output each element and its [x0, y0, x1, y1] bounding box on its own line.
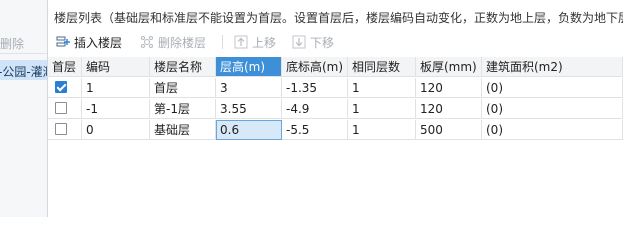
col-header-floor-height[interactable]: 层高(m): [216, 57, 282, 77]
arrow-down-icon: [292, 35, 306, 49]
col-header-floor-name[interactable]: 楼层名称: [150, 57, 216, 77]
first-floor-cell[interactable]: [48, 78, 82, 98]
first-floor-checkbox[interactable]: [55, 81, 67, 93]
building-area-cell[interactable]: (0): [482, 120, 623, 140]
slab-thickness-cell[interactable]: 120: [416, 99, 482, 119]
first-floor-checkbox[interactable]: [55, 102, 67, 114]
left-toolbar: 删除: [0, 29, 47, 54]
floor-height-cell[interactable]: 3: [216, 78, 282, 98]
bottom-elevation-cell[interactable]: -1.35: [282, 78, 348, 98]
delete-floor-button[interactable]: 删除楼层: [140, 33, 206, 51]
floor-name-cell[interactable]: 基础层: [150, 120, 216, 140]
col-header-bottom-elevation[interactable]: 底标高(m): [282, 57, 348, 77]
col-header-building-area[interactable]: 建筑面积(m2): [482, 57, 623, 77]
floor-toolbar: 插入楼层 删除楼层 上移 下移: [48, 29, 623, 55]
floor-name-cell[interactable]: 第-1层: [150, 99, 216, 119]
floor-list-title: 楼层列表（基础层和标准层不能设置为首层。设置首层后，楼层编码自动变化，正数为地上…: [54, 11, 623, 25]
col-header-slab-thickness[interactable]: 板厚(mm): [416, 57, 482, 77]
code-cell[interactable]: 0: [82, 120, 150, 140]
floor-table: 首层 编码 楼层名称 层高(m) 底标高(m) 相同层数 板厚(mm) 建筑面积…: [48, 57, 623, 217]
table-row[interactable]: -1 第-1层 3.55 -4.9 1 120 (0): [48, 99, 623, 120]
insert-floor-label: 插入楼层: [74, 35, 123, 50]
bottom-elevation-cell[interactable]: -5.5: [282, 120, 348, 140]
move-up-button[interactable]: 上移: [234, 33, 276, 51]
insert-floor-icon: [56, 35, 70, 49]
left-delete-button[interactable]: 删除: [0, 35, 24, 52]
project-list-item[interactable]: -公园-灌溉: [0, 60, 47, 80]
move-down-label: 下移: [310, 35, 335, 50]
same-floors-cell[interactable]: 1: [348, 120, 416, 140]
same-floors-cell[interactable]: 1: [348, 99, 416, 119]
floor-height-cell-selected[interactable]: 0.6: [216, 120, 282, 140]
building-area-cell[interactable]: (0): [482, 78, 623, 98]
delete-floor-icon: [140, 35, 154, 49]
col-header-first-floor[interactable]: 首层: [48, 57, 82, 77]
first-floor-checkbox[interactable]: [55, 123, 67, 135]
move-down-button[interactable]: 下移: [292, 33, 334, 51]
floor-name-cell[interactable]: 首层: [150, 78, 216, 98]
bottom-elevation-cell[interactable]: -4.9: [282, 99, 348, 119]
insert-floor-button[interactable]: 插入楼层: [56, 33, 122, 51]
toolbar-separator: [222, 35, 223, 49]
move-up-label: 上移: [252, 35, 277, 50]
same-floors-cell[interactable]: 1: [348, 78, 416, 98]
col-header-same-floors[interactable]: 相同层数: [348, 57, 416, 77]
delete-floor-label: 删除楼层: [158, 35, 207, 50]
project-list-item-label: -公园-灌溉: [0, 65, 47, 79]
left-panel: 删除 -公园-灌溉: [0, 0, 48, 217]
first-floor-cell[interactable]: [48, 99, 82, 119]
slab-thickness-cell[interactable]: 120: [416, 78, 482, 98]
arrow-up-icon: [234, 35, 248, 49]
code-cell[interactable]: -1: [82, 99, 150, 119]
floor-height-cell[interactable]: 3.55: [216, 99, 282, 119]
col-header-code[interactable]: 编码: [82, 57, 150, 77]
first-floor-cell[interactable]: [48, 120, 82, 140]
table-row[interactable]: 0 基础层 0.6 -5.5 1 500 (0): [48, 120, 623, 141]
table-header-row: 首层 编码 楼层名称 层高(m) 底标高(m) 相同层数 板厚(mm) 建筑面积…: [48, 57, 623, 78]
building-area-cell[interactable]: (0): [482, 99, 623, 119]
table-row[interactable]: 1 首层 3 -1.35 1 120 (0): [48, 78, 623, 99]
slab-thickness-cell[interactable]: 500: [416, 120, 482, 140]
code-cell[interactable]: 1: [82, 78, 150, 98]
